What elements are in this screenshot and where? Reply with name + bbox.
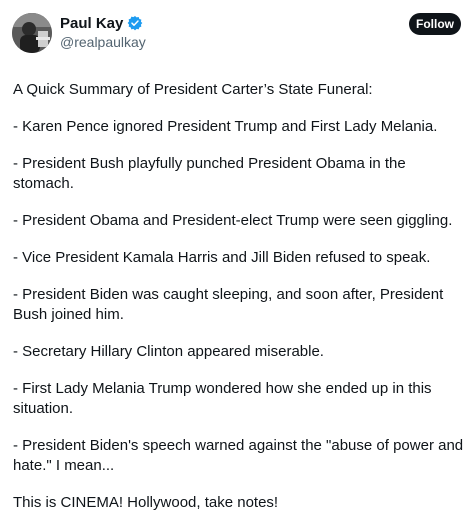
avatar[interactable] — [12, 13, 52, 53]
author-name-row: Paul Kay — [60, 14, 143, 32]
verified-badge-icon — [127, 15, 143, 31]
tweet-paragraph: - President Biden was caught sleeping, a… — [13, 286, 444, 323]
tweet-paragraph: This is CINEMA! Hollywood, take notes! — [13, 494, 279, 511]
tweet-paragraph: - Secretary Hillary Clinton appeared mis… — [13, 343, 324, 360]
author-handle[interactable]: @realpaulkay — [60, 34, 146, 50]
tweet-paragraph: - President Bush playfully punched Presi… — [13, 155, 406, 192]
tweet-paragraph: - President Obama and President-elect Tr… — [13, 212, 453, 229]
tweet-body: A Quick Summary of President Carter’s St… — [13, 80, 465, 530]
author-display-name[interactable]: Paul Kay — [60, 15, 123, 32]
avatar-photo-icon — [12, 13, 52, 53]
follow-button[interactable]: Follow — [409, 13, 461, 35]
tweet-paragraph: - First Lady Melania Trump wondered how … — [13, 380, 432, 417]
tweet-card: Paul Kay @realpaulkay Follow A Quick Sum… — [0, 0, 472, 511]
tweet-paragraph: - Vice President Kamala Harris and Jill … — [13, 249, 431, 266]
tweet-paragraph: A Quick Summary of President Carter’s St… — [13, 81, 373, 98]
tweet-paragraph: - Karen Pence ignored President Trump an… — [13, 118, 438, 135]
tweet-paragraph: - President Biden's speech warned agains… — [13, 437, 464, 474]
